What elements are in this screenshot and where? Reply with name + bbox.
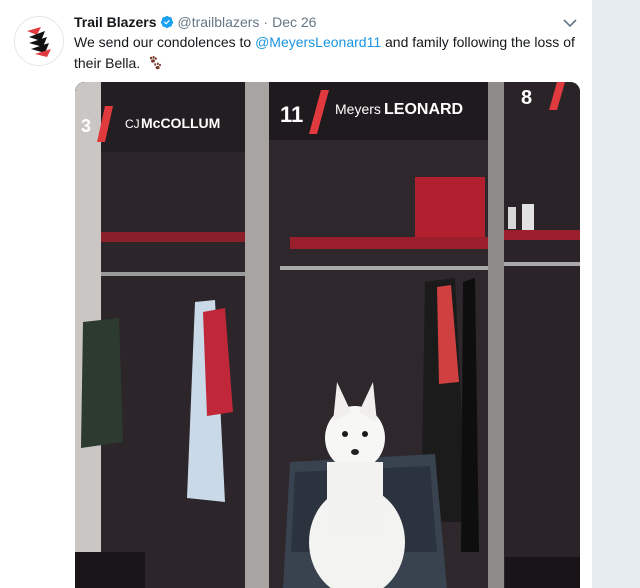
tweet-text: We send our condolences to @MeyersLeonar… — [74, 32, 584, 74]
verified-badge-icon — [160, 15, 173, 29]
more-options-chevron-down-icon[interactable] — [561, 14, 579, 32]
author-name[interactable]: Trail Blazers — [74, 14, 157, 30]
trail-blazers-logo-icon — [21, 23, 57, 59]
header-separator: · — [263, 14, 269, 30]
locker-name-center: LEONARD — [384, 101, 463, 118]
tweet-card[interactable]: Trail Blazers @trailblazers · Dec 26 We … — [0, 0, 593, 588]
locker-name-left: McCOLLUM — [141, 115, 220, 131]
tweet-photo[interactable]: 3 CJ McCOLLUM 11 Meyers LEONARD 8 — [75, 82, 580, 588]
tweet-text-part: We send our condolences to — [74, 34, 256, 50]
locker-name-prefix-left: CJ — [125, 117, 140, 131]
tweet-date[interactable]: Dec 26 — [272, 14, 316, 30]
tweet-header: Trail Blazers @trailblazers · Dec 26 — [74, 12, 316, 32]
locker-number-left: 3 — [81, 116, 91, 136]
mention-link[interactable]: @MeyersLeonard11 — [255, 34, 381, 50]
locker-name-prefix-center: Meyers — [335, 101, 381, 117]
author-handle[interactable]: @trailblazers — [178, 14, 260, 30]
locker-number-right: 8 — [521, 87, 532, 109]
locker-room-dog-image: 3 CJ McCOLLUM 11 Meyers LEONARD 8 — [75, 82, 580, 588]
author-avatar[interactable] — [14, 16, 64, 66]
paw-prints-icon — [149, 56, 162, 70]
locker-number-center: 11 — [280, 102, 303, 127]
